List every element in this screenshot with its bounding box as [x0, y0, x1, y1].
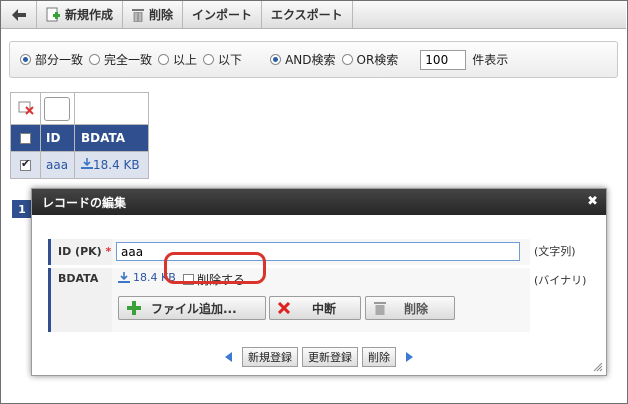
export-label: エクスポート — [271, 8, 343, 22]
download-icon — [81, 158, 93, 169]
row-select-cell — [10, 151, 41, 179]
table-row[interactable]: aaa 18.4 KB — [10, 151, 149, 179]
import-button[interactable]: インポート — [183, 1, 263, 28]
id-filter-input[interactable] — [44, 96, 70, 121]
row-checkbox[interactable] — [20, 157, 31, 171]
cancel-upload-label: 中断 — [312, 301, 337, 316]
column-header-bdata[interactable]: BDATA — [74, 124, 149, 152]
prev-record-icon[interactable] — [225, 352, 232, 362]
field-label-bdata: BDATA — [48, 268, 112, 332]
display-count-input[interactable] — [420, 49, 467, 70]
download-icon — [118, 271, 130, 283]
next-record-icon[interactable] — [406, 352, 413, 362]
radio-label: OR検索 — [356, 53, 399, 67]
dialog-title-bar: レコードの編集 ✖ — [32, 189, 606, 215]
clear-filter-icon — [18, 101, 34, 115]
radio-label: 以下 — [218, 53, 243, 67]
bdata-filter-cell — [74, 92, 149, 125]
new-register-button[interactable]: 新規登録 — [242, 347, 298, 367]
plus-icon — [127, 301, 141, 315]
dialog-nav: 新規登録 更新登録 削除 — [32, 347, 606, 367]
row-bdata-cell[interactable]: 18.4 KB — [74, 151, 149, 179]
resize-grip-icon[interactable] — [593, 362, 603, 372]
filter-row — [10, 92, 149, 125]
highlight-annotation — [164, 252, 266, 284]
trash-icon — [132, 8, 145, 22]
new-document-icon — [46, 7, 60, 22]
radio-label: 以上 — [173, 53, 198, 67]
field-label-text: ID (PK) — [58, 245, 102, 258]
form-row-id: ID (PK) * (文字列) — [48, 239, 590, 265]
required-mark: * — [105, 245, 112, 258]
x-icon — [278, 302, 290, 314]
radio-and-search[interactable]: AND検索 — [270, 51, 336, 68]
radio-button[interactable] — [341, 54, 353, 65]
select-all-checkbox[interactable] — [20, 133, 31, 144]
add-file-button[interactable]: ファイル追加... — [118, 296, 266, 320]
search-options-bar: 部分一致 完全一致 以上 以下 AND検索 OR検索 件表示 — [9, 41, 618, 78]
header-row: ID BDATA — [10, 124, 149, 152]
new-button[interactable]: 新規作成 — [37, 1, 124, 28]
arrow-left-icon — [11, 8, 26, 21]
radio-less-equal[interactable]: 以下 — [203, 51, 242, 68]
radio-exact-match[interactable]: 完全一致 — [89, 51, 152, 68]
back-button[interactable] — [1, 1, 37, 28]
filter-input-cell — [40, 92, 75, 125]
column-header-id[interactable]: ID — [40, 124, 75, 152]
export-button[interactable]: エクスポート — [262, 1, 353, 28]
display-count-suffix: 件表示 — [472, 53, 509, 67]
radio-button[interactable] — [158, 54, 170, 65]
toolbar-delete-button[interactable]: 削除 — [123, 1, 184, 28]
close-icon[interactable]: ✖ — [587, 194, 598, 209]
dialog-title: レコードの編集 — [42, 195, 127, 210]
toolbar: 新規作成 削除 インポート エクスポート — [1, 1, 626, 29]
select-all-cell — [10, 124, 41, 152]
toolbar-delete-label: 削除 — [149, 8, 174, 22]
edit-record-dialog: レコードの編集 ✖ ID (PK) * (文字列) BDATA 18.4 KB … — [31, 188, 607, 376]
delete-record-button[interactable]: 削除 — [362, 347, 396, 367]
radio-or-search[interactable]: OR検索 — [341, 51, 399, 68]
cancel-upload-button[interactable]: 中断 — [269, 296, 361, 320]
field-type-bdata: (バイナリ) — [534, 274, 587, 287]
form-row-bdata: BDATA 18.4 KB 削除する ファイル追加... 中断 削除 (バイナリ… — [48, 268, 590, 332]
row-id-link[interactable]: aaa — [40, 151, 75, 179]
radio-label: AND検索 — [285, 53, 336, 67]
trash-icon — [374, 301, 386, 315]
remove-file-button[interactable]: 削除 — [365, 296, 455, 320]
update-register-button[interactable]: 更新登録 — [302, 347, 358, 367]
radio-button[interactable] — [20, 54, 31, 65]
remove-file-label: 削除 — [404, 301, 429, 316]
radio-button[interactable] — [270, 54, 282, 65]
records-table: ID BDATA aaa 18.4 KB — [10, 92, 149, 179]
field-label-id: ID (PK) * — [48, 239, 112, 265]
radio-partial-match[interactable]: 部分一致 — [20, 51, 83, 68]
radio-label: 部分一致 — [35, 53, 84, 67]
new-button-label: 新規作成 — [65, 8, 114, 22]
radio-label: 完全一致 — [104, 53, 153, 67]
import-label: インポート — [192, 8, 253, 22]
radio-button[interactable] — [203, 54, 215, 65]
add-file-label: ファイル追加... — [151, 301, 237, 316]
radio-button[interactable] — [89, 54, 101, 65]
row-bdata-size: 18.4 KB — [93, 158, 140, 172]
clear-filter-cell[interactable] — [10, 92, 41, 125]
page-number-badge[interactable]: 1 — [12, 200, 32, 218]
field-type-id: (文字列) — [534, 245, 576, 258]
radio-greater-equal[interactable]: 以上 — [158, 51, 197, 68]
